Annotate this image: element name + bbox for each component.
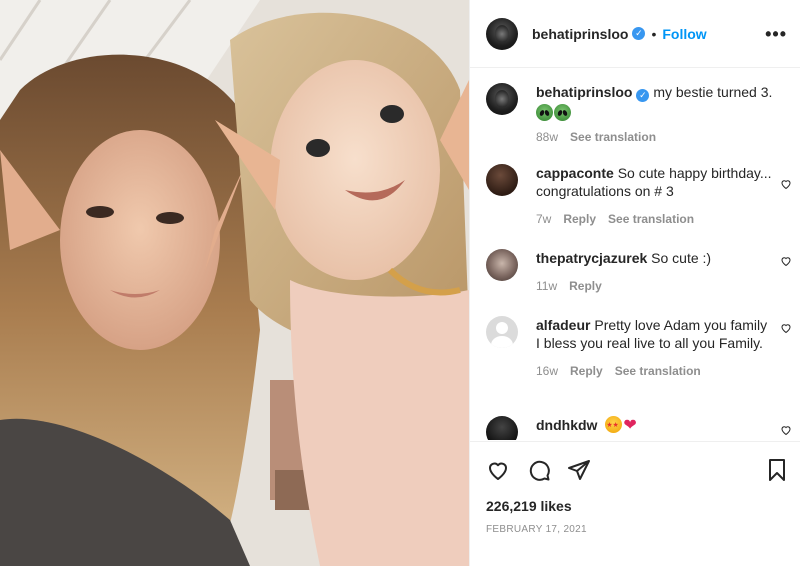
like-comment-heart-icon[interactable]	[780, 178, 792, 190]
verified-badge-icon: ✓	[636, 89, 650, 102]
separator-dot: •	[651, 25, 657, 42]
comment-username[interactable]: dndhkdw	[536, 417, 597, 433]
comment-username[interactable]: cappaconte	[536, 165, 614, 181]
caption-text: my bestie turned 3.	[653, 84, 773, 100]
comment-username[interactable]: thepatrycjazurek	[536, 250, 647, 266]
red-heart-emoji-icon: ❤	[623, 417, 637, 434]
caption: behatiprinsloo ✓ my bestie turned 3. 88w …	[486, 83, 786, 146]
post-date[interactable]: FEBRUARY 17, 2021	[486, 524, 587, 535]
verified-badge-icon: ✓	[632, 27, 646, 40]
commenter-avatar[interactable]	[486, 416, 518, 440]
comment-time[interactable]: 16w	[536, 362, 558, 380]
action-bar: 226,219 likes FEBRUARY 17, 2021	[470, 441, 800, 566]
comment-username[interactable]: alfadeur	[536, 317, 590, 333]
post-panel: behatiprinsloo ✓ • Follow ••• behatiprin…	[469, 0, 800, 566]
caption-time[interactable]: 88w	[536, 128, 558, 146]
reply-button[interactable]: Reply	[569, 277, 602, 295]
comment-row: thepatrycjazurek So cute :) 11w Reply	[486, 249, 791, 295]
likes-count[interactable]: 226,219 likes	[486, 498, 572, 514]
like-comment-heart-icon[interactable]	[780, 255, 792, 267]
see-translation-link[interactable]: See translation	[608, 210, 694, 228]
star-struck-emoji-icon	[605, 416, 623, 435]
commenter-avatar[interactable]	[486, 164, 518, 196]
like-comment-heart-icon[interactable]	[780, 424, 792, 436]
comment-time[interactable]: 7w	[536, 210, 551, 228]
post-header: behatiprinsloo ✓ • Follow •••	[470, 0, 800, 68]
share-icon[interactable]	[567, 458, 591, 482]
comment-row: dndhkdw ❤	[486, 416, 791, 440]
comment-text: So cute :)	[651, 250, 712, 266]
alien-emoji-icon	[536, 104, 553, 121]
reply-button[interactable]: Reply	[563, 210, 596, 228]
caption-username[interactable]: behatiprinsloo	[536, 84, 632, 100]
heart-icon[interactable]	[486, 458, 510, 482]
comments-list[interactable]: behatiprinsloo ✓ my bestie turned 3. 88w …	[470, 69, 800, 440]
author-avatar[interactable]	[486, 17, 518, 50]
caption-avatar[interactable]	[486, 83, 518, 115]
comment-row: cappaconte So cute happy birthday... con…	[486, 164, 791, 228]
follow-button[interactable]: Follow	[662, 26, 706, 42]
like-comment-heart-icon[interactable]	[780, 322, 792, 334]
post-photo-illustration	[0, 0, 469, 566]
author-username[interactable]: behatiprinsloo	[532, 26, 628, 42]
more-options-icon[interactable]: •••	[765, 24, 787, 45]
see-translation-link[interactable]: See translation	[570, 128, 656, 146]
comment-row: alfadeur Pretty love Adam you family I b…	[486, 316, 791, 380]
see-translation-link[interactable]: See translation	[615, 362, 701, 380]
commenter-avatar[interactable]	[486, 316, 518, 348]
bookmark-icon[interactable]	[765, 458, 789, 482]
alien-emoji-icon	[554, 104, 571, 121]
commenter-avatar[interactable]	[486, 249, 518, 281]
comment-icon[interactable]	[527, 458, 551, 482]
reply-button[interactable]: Reply	[570, 362, 603, 380]
post-photo[interactable]	[0, 0, 469, 566]
comment-time[interactable]: 11w	[536, 277, 557, 295]
